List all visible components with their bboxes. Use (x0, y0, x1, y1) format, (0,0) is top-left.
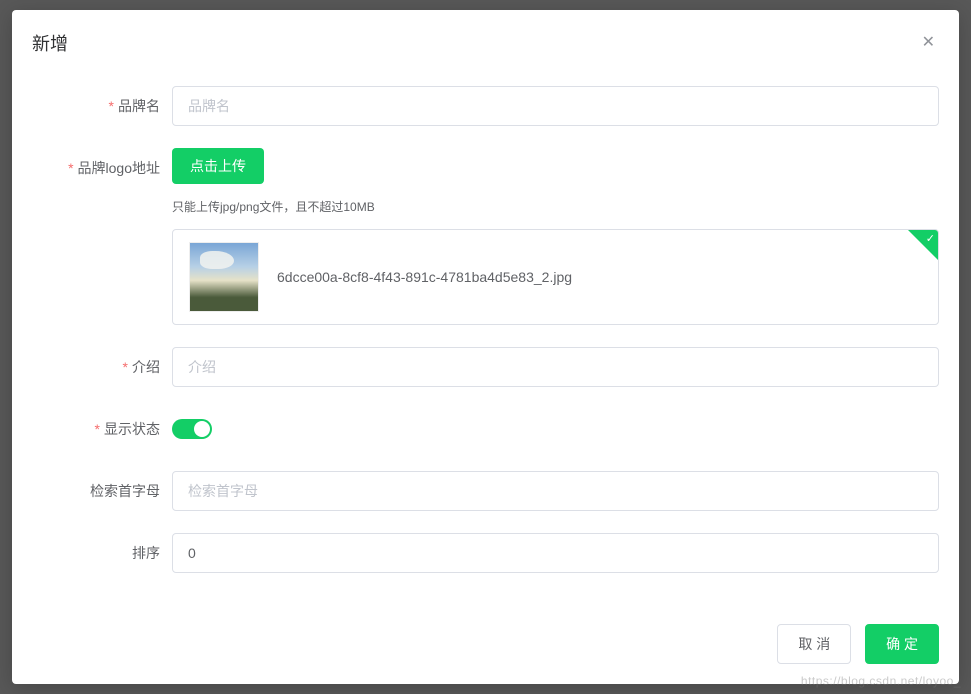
logo-label: 品牌logo地址 (32, 148, 172, 188)
dialog-title: 新增 (32, 30, 68, 56)
sort-input[interactable] (172, 533, 939, 573)
confirm-button[interactable]: 确 定 (865, 624, 939, 664)
dialog-footer: 取 消 确 定 (12, 614, 959, 684)
upload-tip: 只能上传jpg/png文件，且不超过10MB (172, 198, 939, 215)
form-item-show-status: 显示状态 (32, 409, 939, 449)
show-status-label: 显示状态 (32, 409, 172, 449)
intro-input[interactable] (172, 347, 939, 387)
thumbnail-image (189, 242, 259, 312)
switch-handle (194, 421, 210, 437)
upload-button[interactable]: 点击上传 (172, 148, 264, 184)
cancel-button[interactable]: 取 消 (777, 624, 851, 664)
form-item-intro: 介绍 (32, 347, 939, 387)
dialog-body: 品牌名 品牌logo地址 点击上传 只能上传jpg/png文件，且不超过10MB… (12, 66, 959, 614)
intro-label: 介绍 (32, 347, 172, 387)
close-icon[interactable]: ✕ (918, 31, 939, 55)
first-letter-label: 检索首字母 (32, 471, 172, 511)
brand-name-label: 品牌名 (32, 86, 172, 126)
sort-label: 排序 (32, 533, 172, 573)
brand-name-input[interactable] (172, 86, 939, 126)
check-icon: ✓ (926, 232, 935, 245)
uploaded-file-card[interactable]: 6dcce00a-8cf8-4f43-891c-4781ba4d5e83_2.j… (172, 229, 939, 325)
form-item-sort: 排序 (32, 533, 939, 573)
form-item-logo: 品牌logo地址 点击上传 只能上传jpg/png文件，且不超过10MB 6dc… (32, 148, 939, 325)
uploaded-file-name: 6dcce00a-8cf8-4f43-891c-4781ba4d5e83_2.j… (277, 269, 572, 285)
form-item-brand-name: 品牌名 (32, 86, 939, 126)
dialog: 新增 ✕ 品牌名 品牌logo地址 点击上传 只能上传jpg/png文件，且不超… (12, 10, 959, 684)
show-status-switch[interactable] (172, 419, 212, 439)
first-letter-input[interactable] (172, 471, 939, 511)
dialog-header: 新增 ✕ (12, 10, 959, 66)
form-item-first-letter: 检索首字母 (32, 471, 939, 511)
